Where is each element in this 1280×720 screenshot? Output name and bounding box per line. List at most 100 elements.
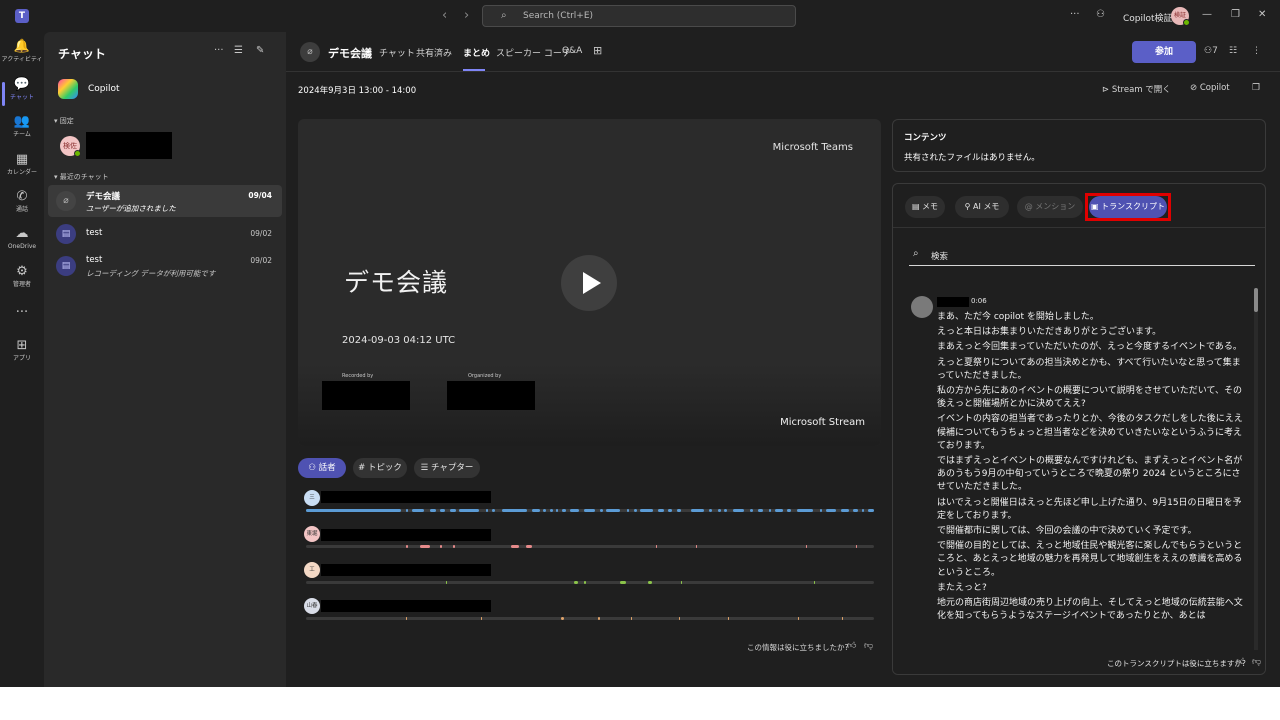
more-options-icon[interactable]: ⋮: [1252, 46, 1261, 56]
speaking-segment[interactable]: [724, 509, 727, 512]
speaking-segment[interactable]: [627, 509, 629, 512]
transcript-search-input[interactable]: ⌕ 検索: [909, 244, 1255, 266]
chat-item-test[interactable]: ▤ test 09/02: [48, 218, 282, 250]
speaking-segment[interactable]: [406, 509, 408, 512]
speaking-segment[interactable]: [733, 509, 744, 512]
search-box[interactable]: ⌕ Search (Ctrl+E): [482, 5, 796, 27]
close-icon[interactable]: ✕: [1258, 9, 1266, 20]
rail-calendar[interactable]: ▦ カレンダー: [0, 151, 44, 187]
speaking-segment[interactable]: [306, 509, 401, 512]
speaking-segment[interactable]: [668, 509, 672, 512]
speaking-segment[interactable]: [526, 545, 532, 548]
recent-section-label[interactable]: ▾ 最近のチャット: [54, 172, 109, 182]
speaking-segment[interactable]: [502, 509, 527, 512]
speaking-segment[interactable]: [406, 545, 408, 548]
rail-calls[interactable]: ✆ 通話: [0, 188, 44, 224]
chat-item-demo-meeting[interactable]: ⌀ デモ会議 ユーザーが追加されました 09/04: [48, 185, 282, 217]
speaking-segment[interactable]: [696, 545, 697, 548]
thumbs-up-icon[interactable]: 👍︎: [1236, 657, 1245, 667]
speaking-segment[interactable]: [406, 617, 407, 620]
play-button[interactable]: [561, 255, 617, 311]
rail-more[interactable]: ···: [0, 304, 44, 340]
speaking-segment[interactable]: [856, 545, 857, 548]
back-arrow-icon[interactable]: ‹: [442, 8, 447, 23]
tab-speaker-coach[interactable]: スピーカー コーチ: [496, 46, 571, 59]
speaking-segment[interactable]: [640, 509, 653, 512]
tab-notes[interactable]: ▤ メモ: [905, 196, 945, 218]
speaking-segment[interactable]: [570, 509, 579, 512]
speaking-segment[interactable]: [562, 509, 566, 512]
scrollbar-thumb[interactable]: [1254, 288, 1258, 312]
org-icon[interactable]: ⚇: [1096, 9, 1105, 20]
rail-teams[interactable]: 👥 チーム: [0, 113, 44, 149]
speaking-segment[interactable]: [440, 545, 442, 548]
speaking-segment[interactable]: [820, 509, 822, 512]
speaking-segment[interactable]: [584, 509, 595, 512]
speaking-segment[interactable]: [775, 509, 783, 512]
speaking-segment[interactable]: [446, 581, 447, 584]
speaking-segment[interactable]: [806, 545, 807, 548]
pinned-chat-avatar[interactable]: 検佐: [60, 136, 81, 157]
speaking-segment[interactable]: [459, 509, 479, 512]
speaking-segment[interactable]: [750, 509, 753, 512]
speaking-segment[interactable]: [681, 581, 682, 584]
transcript-scrollbar[interactable]: [1254, 288, 1258, 653]
tab-shared[interactable]: 共有済み: [416, 46, 452, 59]
speaking-segment[interactable]: [631, 617, 632, 620]
speaking-segment[interactable]: [556, 509, 558, 512]
speaking-segment[interactable]: [543, 509, 546, 512]
speaking-segment[interactable]: [787, 509, 791, 512]
speaking-segment[interactable]: [450, 509, 456, 512]
speaking-segment[interactable]: [758, 509, 763, 512]
panel-toggle-icon[interactable]: ❐: [1252, 83, 1260, 93]
speakers-pill[interactable]: ⚇ 話者: [298, 458, 346, 478]
rail-onedrive[interactable]: ☁ OneDrive: [0, 225, 44, 261]
add-tab-icon[interactable]: ⊞: [593, 44, 602, 57]
new-chat-icon[interactable]: ✎: [256, 45, 264, 56]
user-avatar[interactable]: 検証: [1171, 7, 1190, 26]
more-options-icon[interactable]: ···: [214, 45, 224, 56]
speaking-segment[interactable]: [430, 509, 436, 512]
tab-ai-notes[interactable]: ⚲ AI メモ: [955, 196, 1009, 218]
speaking-segment[interactable]: [862, 509, 864, 512]
forward-arrow-icon[interactable]: ›: [464, 8, 469, 23]
speaking-segment[interactable]: [440, 509, 445, 512]
more-options-icon[interactable]: ···: [1070, 9, 1080, 20]
speaking-segment[interactable]: [826, 509, 836, 512]
speaking-segment[interactable]: [728, 617, 729, 620]
speaking-segment[interactable]: [656, 545, 657, 548]
rail-activity[interactable]: 🔔 アクティビティ: [0, 38, 44, 74]
speaking-segment[interactable]: [841, 509, 849, 512]
thumbs-up-icon[interactable]: 👍︎: [847, 641, 856, 651]
speaking-segment[interactable]: [677, 509, 681, 512]
speaking-segment[interactable]: [600, 509, 603, 512]
speaking-segment[interactable]: [511, 545, 519, 548]
speaking-segment[interactable]: [532, 509, 540, 512]
thumbs-down-icon[interactable]: 👎︎: [1252, 657, 1261, 667]
speaking-segment[interactable]: [769, 509, 771, 512]
speaking-segment[interactable]: [797, 509, 813, 512]
speaking-segment[interactable]: [584, 581, 586, 584]
chat-item-test-recording[interactable]: ▤ test レコーディング データが利用可能です 09/02: [48, 250, 282, 282]
speaking-segment[interactable]: [481, 617, 482, 620]
rail-apps[interactable]: ⊞ アプリ: [0, 337, 44, 373]
speaking-segment[interactable]: [634, 509, 637, 512]
minimize-icon[interactable]: —: [1202, 9, 1212, 20]
speaker-track-1[interactable]: [306, 509, 874, 512]
speaking-segment[interactable]: [658, 509, 664, 512]
tab-mentions[interactable]: @ メンション: [1017, 196, 1083, 218]
speaking-segment[interactable]: [853, 509, 858, 512]
participants-button[interactable]: ⚇7: [1204, 46, 1218, 56]
speaking-segment[interactable]: [620, 581, 626, 584]
maximize-icon[interactable]: ❐: [1231, 9, 1240, 20]
speaking-segment[interactable]: [561, 617, 564, 620]
speaking-segment[interactable]: [550, 509, 553, 512]
speaking-segment[interactable]: [598, 617, 600, 620]
rail-admin[interactable]: ⚙ 管理者: [0, 263, 44, 299]
recording-player[interactable]: Microsoft Teams デモ会議 2024-09-03 04:12 UT…: [298, 119, 881, 446]
pinned-section-label[interactable]: ▾ 固定: [54, 116, 74, 126]
chapters-pill[interactable]: ☰ チャプター: [414, 458, 480, 478]
topics-pill[interactable]: # トピック: [353, 458, 407, 478]
open-in-stream-button[interactable]: ⊳ Stream で開く: [1102, 83, 1171, 95]
speaking-segment[interactable]: [486, 509, 488, 512]
